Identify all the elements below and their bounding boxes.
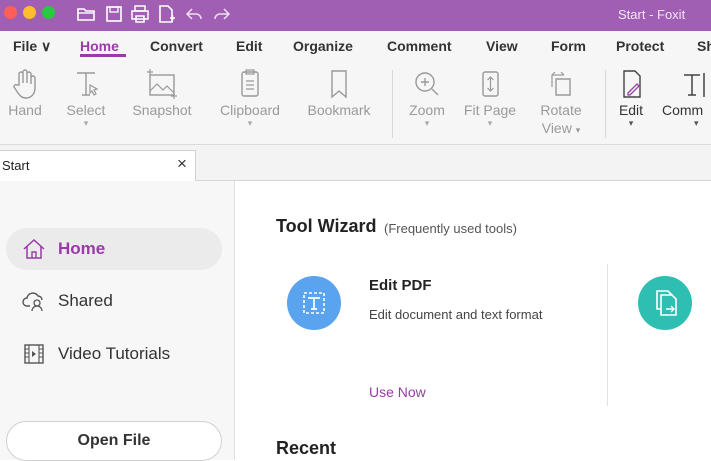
print-icon[interactable] <box>130 4 150 24</box>
convert-tool-circle[interactable] <box>638 276 692 330</box>
select-text-icon <box>77 72 99 96</box>
menu-file[interactable]: File ∨ <box>13 38 51 55</box>
select-dropdown-caret[interactable]: ▾ <box>62 119 110 128</box>
window-title: Start - Foxit <box>618 7 686 22</box>
tool-wizard-title: Tool Wizard <box>276 216 377 236</box>
active-menu-indicator <box>80 54 126 57</box>
video-icon <box>24 344 44 364</box>
sidebar-item-label: Shared <box>58 291 113 310</box>
clipboard-icon <box>241 69 259 97</box>
zoom-tool-button[interactable]: Zoom ▾ <box>403 67 451 128</box>
edit-pdf-tool-circle[interactable] <box>287 276 341 330</box>
menu-comment[interactable]: Comment <box>387 38 452 54</box>
edit-icon <box>623 70 641 98</box>
comment-tool-label: Comm <box>662 102 704 118</box>
sidebar-item-shared[interactable]: Shared <box>6 280 222 322</box>
undo-icon[interactable] <box>184 4 204 24</box>
open-folder-icon[interactable] <box>76 4 96 24</box>
select-tool-label: Select <box>66 102 106 118</box>
clipboard-tool-label: Clipboard <box>220 102 280 118</box>
sidebar-item-label: Video Tutorials <box>58 344 171 363</box>
tab-start[interactable]: Start × <box>0 150 196 181</box>
rotate-tool-label: Rotate <box>540 102 582 118</box>
edit-tool-label: Edit <box>618 102 644 118</box>
ribbon-separator <box>605 70 606 138</box>
snapshot-tool-button[interactable]: Snapshot <box>127 67 197 119</box>
fit-page-icon <box>482 71 499 97</box>
rotate-tool-label-line2: View ▾ <box>541 120 581 136</box>
home-icon <box>23 238 45 259</box>
menu-protect[interactable]: Protect <box>616 38 664 54</box>
minimize-window-button[interactable] <box>23 6 36 19</box>
clipboard-dropdown-caret[interactable]: ▾ <box>214 119 286 128</box>
menu-edit[interactable]: Edit <box>236 38 262 54</box>
clipboard-tool-button[interactable]: Clipboard ▾ <box>214 67 286 128</box>
open-file-button[interactable]: Open File <box>6 421 222 461</box>
sidebar-item-video-tutorials[interactable]: Video Tutorials <box>6 333 222 375</box>
bookmark-icon <box>331 70 347 99</box>
comment-dropdown-caret[interactable]: ▾ <box>662 119 711 128</box>
close-window-button[interactable] <box>4 6 17 19</box>
zoom-dropdown-caret[interactable]: ▾ <box>403 119 451 128</box>
convert-icon <box>656 290 677 316</box>
menu-form[interactable]: Form <box>551 38 586 54</box>
use-now-link[interactable]: Use Now <box>369 384 426 400</box>
menu-convert[interactable]: Convert <box>150 38 203 54</box>
tool-wizard-subtitle: (Frequently used tools) <box>384 221 517 236</box>
rotate-view-tool-button[interactable]: Rotate View ▾ <box>530 67 592 139</box>
rotate-view-icon <box>551 71 571 96</box>
snapshot-tool-label: Snapshot <box>132 102 192 118</box>
fit-page-tool-button[interactable]: Fit Page ▾ <box>458 67 522 128</box>
card-divider <box>607 264 608 406</box>
edit-pdf-title: Edit PDF <box>369 277 432 294</box>
select-tool-button[interactable]: Select ▾ <box>62 67 110 128</box>
snapshot-icon <box>147 69 177 99</box>
zoom-window-button[interactable] <box>42 6 55 19</box>
save-icon[interactable] <box>104 4 124 24</box>
menu-view[interactable]: View <box>486 38 518 54</box>
sidebar-item-label: Home <box>58 239 106 258</box>
bookmark-tool-label: Bookmark <box>307 102 371 118</box>
hand-tool-button[interactable]: Hand <box>4 67 46 119</box>
fit-page-dropdown-caret[interactable]: ▾ <box>458 119 522 128</box>
edit-tool-button[interactable]: Edit ▾ <box>612 67 650 128</box>
menu-organize[interactable]: Organize <box>293 38 353 54</box>
menu-share[interactable]: Sh <box>697 38 711 54</box>
menu-home[interactable]: Home <box>80 38 119 54</box>
edit-pdf-icon <box>303 292 325 314</box>
sidebar-item-home[interactable]: Home <box>6 228 222 270</box>
comment-tool-button[interactable]: Comm ▾ <box>662 67 711 128</box>
new-document-icon[interactable] <box>156 4 176 24</box>
zoom-tool-label: Zoom <box>409 102 445 118</box>
zoom-in-icon <box>415 72 439 96</box>
typewriter-icon <box>684 73 705 97</box>
hand-icon <box>13 69 36 99</box>
ribbon-separator <box>392 70 393 138</box>
title-bar: Start - Foxit <box>0 0 711 31</box>
edit-pdf-description: Edit document and text format <box>369 307 543 322</box>
fit-page-tool-label: Fit Page <box>463 102 517 118</box>
recent-title: Recent <box>276 438 337 458</box>
hand-tool-label: Hand <box>8 102 42 118</box>
bookmark-tool-button[interactable]: Bookmark <box>300 67 378 119</box>
tab-start-label: Start <box>2 158 30 173</box>
close-tab-icon[interactable]: × <box>177 154 187 174</box>
edit-dropdown-caret[interactable]: ▾ <box>612 119 650 128</box>
redo-icon[interactable] <box>212 4 232 24</box>
shared-icon <box>22 292 43 312</box>
document-tab-bar: Start × <box>0 145 711 181</box>
